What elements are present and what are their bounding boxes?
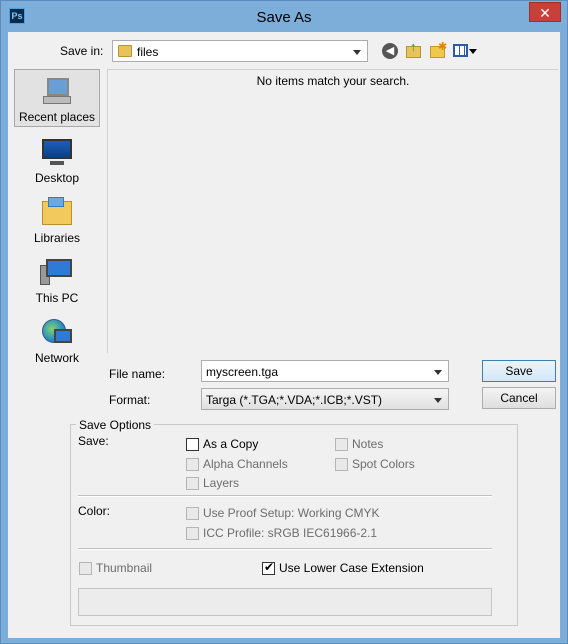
network-icon	[40, 317, 72, 347]
as-a-copy-checkbox[interactable]: As a Copy	[186, 437, 258, 451]
icc-profile-checkbox[interactable]: ICC Profile: sRGB IEC61966-2.1	[186, 526, 377, 540]
dialog-body: Save in: files ◀ ↑ ✱ Recent places Deskt…	[8, 32, 560, 638]
checkbox-label: Use Lower Case Extension	[279, 561, 424, 575]
file-name-input[interactable]: myscreen.tga	[201, 360, 449, 382]
checkbox-box	[186, 457, 199, 471]
views-menu-button[interactable]	[452, 41, 478, 61]
file-name-label: File name:	[109, 367, 166, 381]
alpha-channels-checkbox[interactable]: Alpha Channels	[186, 457, 288, 471]
checkbox-box	[262, 560, 275, 575]
back-button[interactable]: ◀	[380, 41, 400, 61]
checkbox-label: Use Proof Setup: Working CMYK	[203, 506, 380, 520]
place-label: Libraries	[33, 231, 81, 245]
checkbox-label: Notes	[352, 437, 384, 451]
close-button[interactable]: ✕	[529, 2, 561, 22]
format-value: Targa (*.TGA;*.VDA;*.ICB;*.VST)	[206, 393, 383, 407]
checkbox-label: Thumbnail	[96, 561, 153, 575]
recent-places-icon	[41, 76, 73, 106]
place-recent-places[interactable]: Recent places	[14, 69, 100, 127]
cancel-button[interactable]: Cancel	[482, 387, 556, 409]
options-divider	[78, 548, 492, 550]
save-in-label: Save in:	[60, 44, 104, 58]
chevron-down-icon	[434, 398, 442, 403]
place-label: Network	[34, 351, 79, 365]
up-one-level-button[interactable]: ↑	[404, 39, 424, 61]
place-desktop[interactable]: Desktop	[14, 131, 100, 189]
checkbox-box	[186, 437, 199, 451]
chevron-down-icon	[469, 49, 477, 54]
empty-list-message: No items match your search.	[256, 74, 410, 88]
format-dropdown[interactable]: Targa (*.TGA;*.VDA;*.ICB;*.VST)	[201, 388, 449, 410]
checkbox-box	[335, 457, 348, 471]
save-section-label: Save:	[78, 434, 109, 448]
place-libraries[interactable]: Libraries	[14, 191, 100, 249]
options-divider	[78, 495, 492, 497]
dialog-title: Save As	[256, 9, 312, 26]
place-this-pc[interactable]: This PC	[14, 251, 100, 309]
sparkle-icon: ✱	[438, 41, 448, 53]
new-folder-button[interactable]: ✱	[428, 41, 448, 61]
current-folder-name: files	[137, 45, 159, 59]
description-field	[78, 588, 492, 616]
checkbox-label: Alpha Channels	[203, 457, 288, 471]
place-label: Recent places	[18, 110, 96, 124]
format-label: Format:	[109, 393, 151, 407]
libraries-icon	[40, 197, 72, 227]
file-list[interactable]: No items match your search.	[107, 69, 558, 353]
desktop-icon	[40, 137, 72, 167]
color-section-label: Color:	[78, 504, 111, 518]
checkbox-box	[335, 437, 348, 451]
this-pc-icon	[40, 257, 72, 287]
file-name-value: myscreen.tga	[206, 365, 279, 379]
save-as-dialog: Ps Save As ✕ Save in: files ◀ ↑ ✱ Recent…	[0, 0, 568, 644]
checkbox-box	[186, 476, 199, 490]
checkbox-label: As a Copy	[203, 437, 259, 451]
folder-icon	[118, 45, 132, 57]
place-network[interactable]: Network	[14, 311, 100, 369]
places-bar: Recent places Desktop Libraries This PC …	[14, 69, 100, 369]
save-options-legend: Save Options	[76, 418, 155, 432]
layers-checkbox[interactable]: Layers	[186, 476, 239, 490]
chevron-down-icon[interactable]	[434, 370, 442, 375]
checkbox-box	[186, 526, 199, 540]
checkbox-label: ICC Profile: sRGB IEC61966-2.1	[203, 526, 378, 540]
chevron-down-icon	[353, 50, 361, 55]
views-menu-icon	[453, 44, 468, 57]
notes-checkbox[interactable]: Notes	[335, 437, 383, 451]
checkbox-box	[79, 561, 92, 575]
place-label: Desktop	[34, 171, 80, 185]
use-proof-setup-checkbox[interactable]: Use Proof Setup: Working CMYK	[186, 506, 380, 520]
checkbox-label: Spot Colors	[352, 457, 415, 471]
back-arrow-icon: ◀	[382, 43, 398, 59]
spot-colors-checkbox[interactable]: Spot Colors	[335, 457, 415, 471]
place-label: This PC	[35, 291, 79, 305]
save-button[interactable]: Save	[482, 360, 556, 382]
save-in-dropdown[interactable]: files	[112, 40, 368, 62]
up-arrow-icon: ↑	[410, 39, 417, 54]
checkbox-label: Layers	[203, 476, 240, 490]
checkbox-box	[186, 506, 199, 520]
lower-case-extension-checkbox[interactable]: Use Lower Case Extension	[262, 560, 424, 575]
title-bar[interactable]: Ps Save As ✕	[1, 1, 567, 33]
thumbnail-checkbox[interactable]: Thumbnail	[79, 561, 152, 575]
